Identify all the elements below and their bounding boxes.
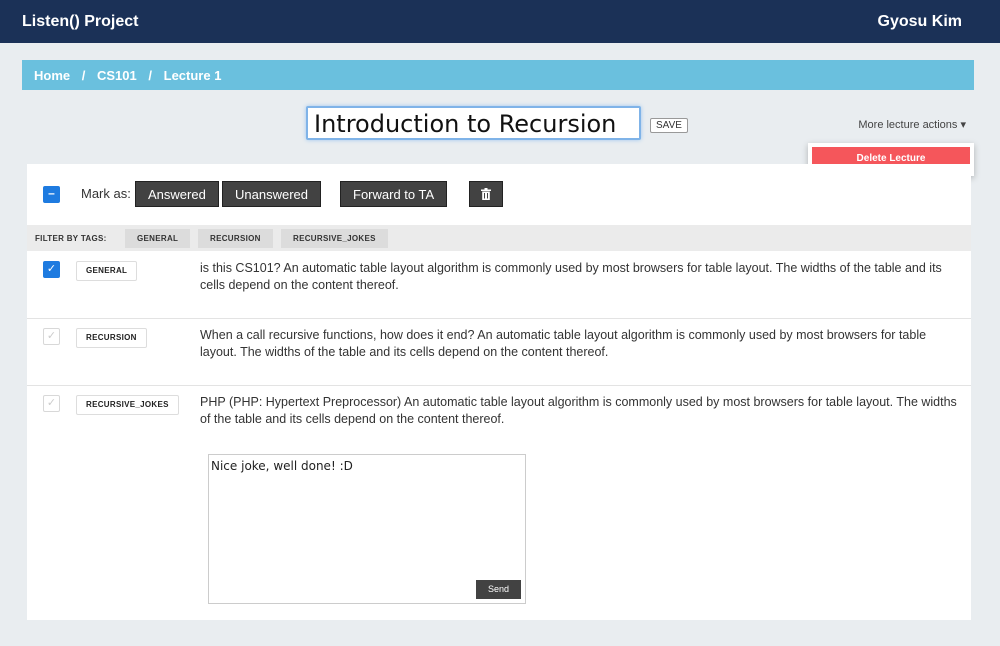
top-navbar: Listen() Project Gyosu Kim xyxy=(0,0,1000,43)
mark-as-label: Mark as: xyxy=(81,186,131,201)
question-tag[interactable]: GENERAL xyxy=(76,261,138,281)
question-checkbox[interactable]: ✓ xyxy=(43,261,60,278)
tag-filter-bar: FILTER BY TAGS: GENERAL RECURSION RECURS… xyxy=(27,225,971,251)
mark-answered-button[interactable]: Answered xyxy=(135,181,219,207)
reply-text: Nice joke, well done! :D xyxy=(211,459,353,473)
breadcrumb-separator: / xyxy=(148,68,152,83)
save-title-button[interactable]: SAVE xyxy=(650,118,688,133)
question-tag[interactable]: RECURSION xyxy=(76,328,147,348)
breadcrumb-separator: / xyxy=(81,68,86,83)
question-text: is this CS101? An automatic table layout… xyxy=(200,261,942,292)
forward-to-ta-button[interactable]: Forward to TA xyxy=(340,181,448,207)
app-brand[interactable]: Listen() Project xyxy=(22,13,138,31)
delete-questions-button[interactable] xyxy=(469,181,503,207)
question-tag[interactable]: RECURSIVE_JOKES xyxy=(76,395,179,415)
question-checkbox[interactable]: ✓ xyxy=(43,395,60,412)
user-name[interactable]: Gyosu Kim xyxy=(878,13,962,31)
mark-unanswered-button[interactable]: Unanswered xyxy=(222,181,321,207)
question-row: ✓ RECURSION When a call recursive functi… xyxy=(27,319,971,386)
question-text: PHP (PHP: Hypertext Preprocessor) An aut… xyxy=(200,395,957,426)
breadcrumb-course[interactable]: CS101 xyxy=(97,68,137,83)
breadcrumb-home[interactable]: Home xyxy=(34,68,70,83)
question-checkbox[interactable]: ✓ xyxy=(43,328,60,345)
lecture-title-input[interactable]: Introduction to Recursion xyxy=(306,106,641,140)
filter-tag-general[interactable]: GENERAL xyxy=(125,229,191,248)
question-row: ✓ GENERAL is this CS101? An automatic ta… xyxy=(27,252,971,319)
questions-panel: – Mark as: Answered Unanswered Forward t… xyxy=(27,164,971,620)
filter-tag-recursive-jokes[interactable]: RECURSIVE_JOKES xyxy=(281,229,388,248)
filter-label: FILTER BY TAGS: xyxy=(35,234,107,243)
trash-icon xyxy=(481,188,491,200)
reply-textarea[interactable]: Nice joke, well done! :D Send xyxy=(208,454,526,604)
breadcrumb: Home / CS101 / Lecture 1 xyxy=(22,60,974,90)
select-all-checkbox[interactable]: – xyxy=(43,186,60,203)
filter-tag-recursion[interactable]: RECURSION xyxy=(198,229,273,248)
send-reply-button[interactable]: Send xyxy=(476,580,521,599)
breadcrumb-lecture[interactable]: Lecture 1 xyxy=(164,68,222,83)
question-text: When a call recursive functions, how doe… xyxy=(200,328,927,359)
question-toolbar: – Mark as: Answered Unanswered Forward t… xyxy=(27,164,971,224)
more-lecture-actions-dropdown[interactable]: More lecture actions ▾ xyxy=(858,118,966,131)
